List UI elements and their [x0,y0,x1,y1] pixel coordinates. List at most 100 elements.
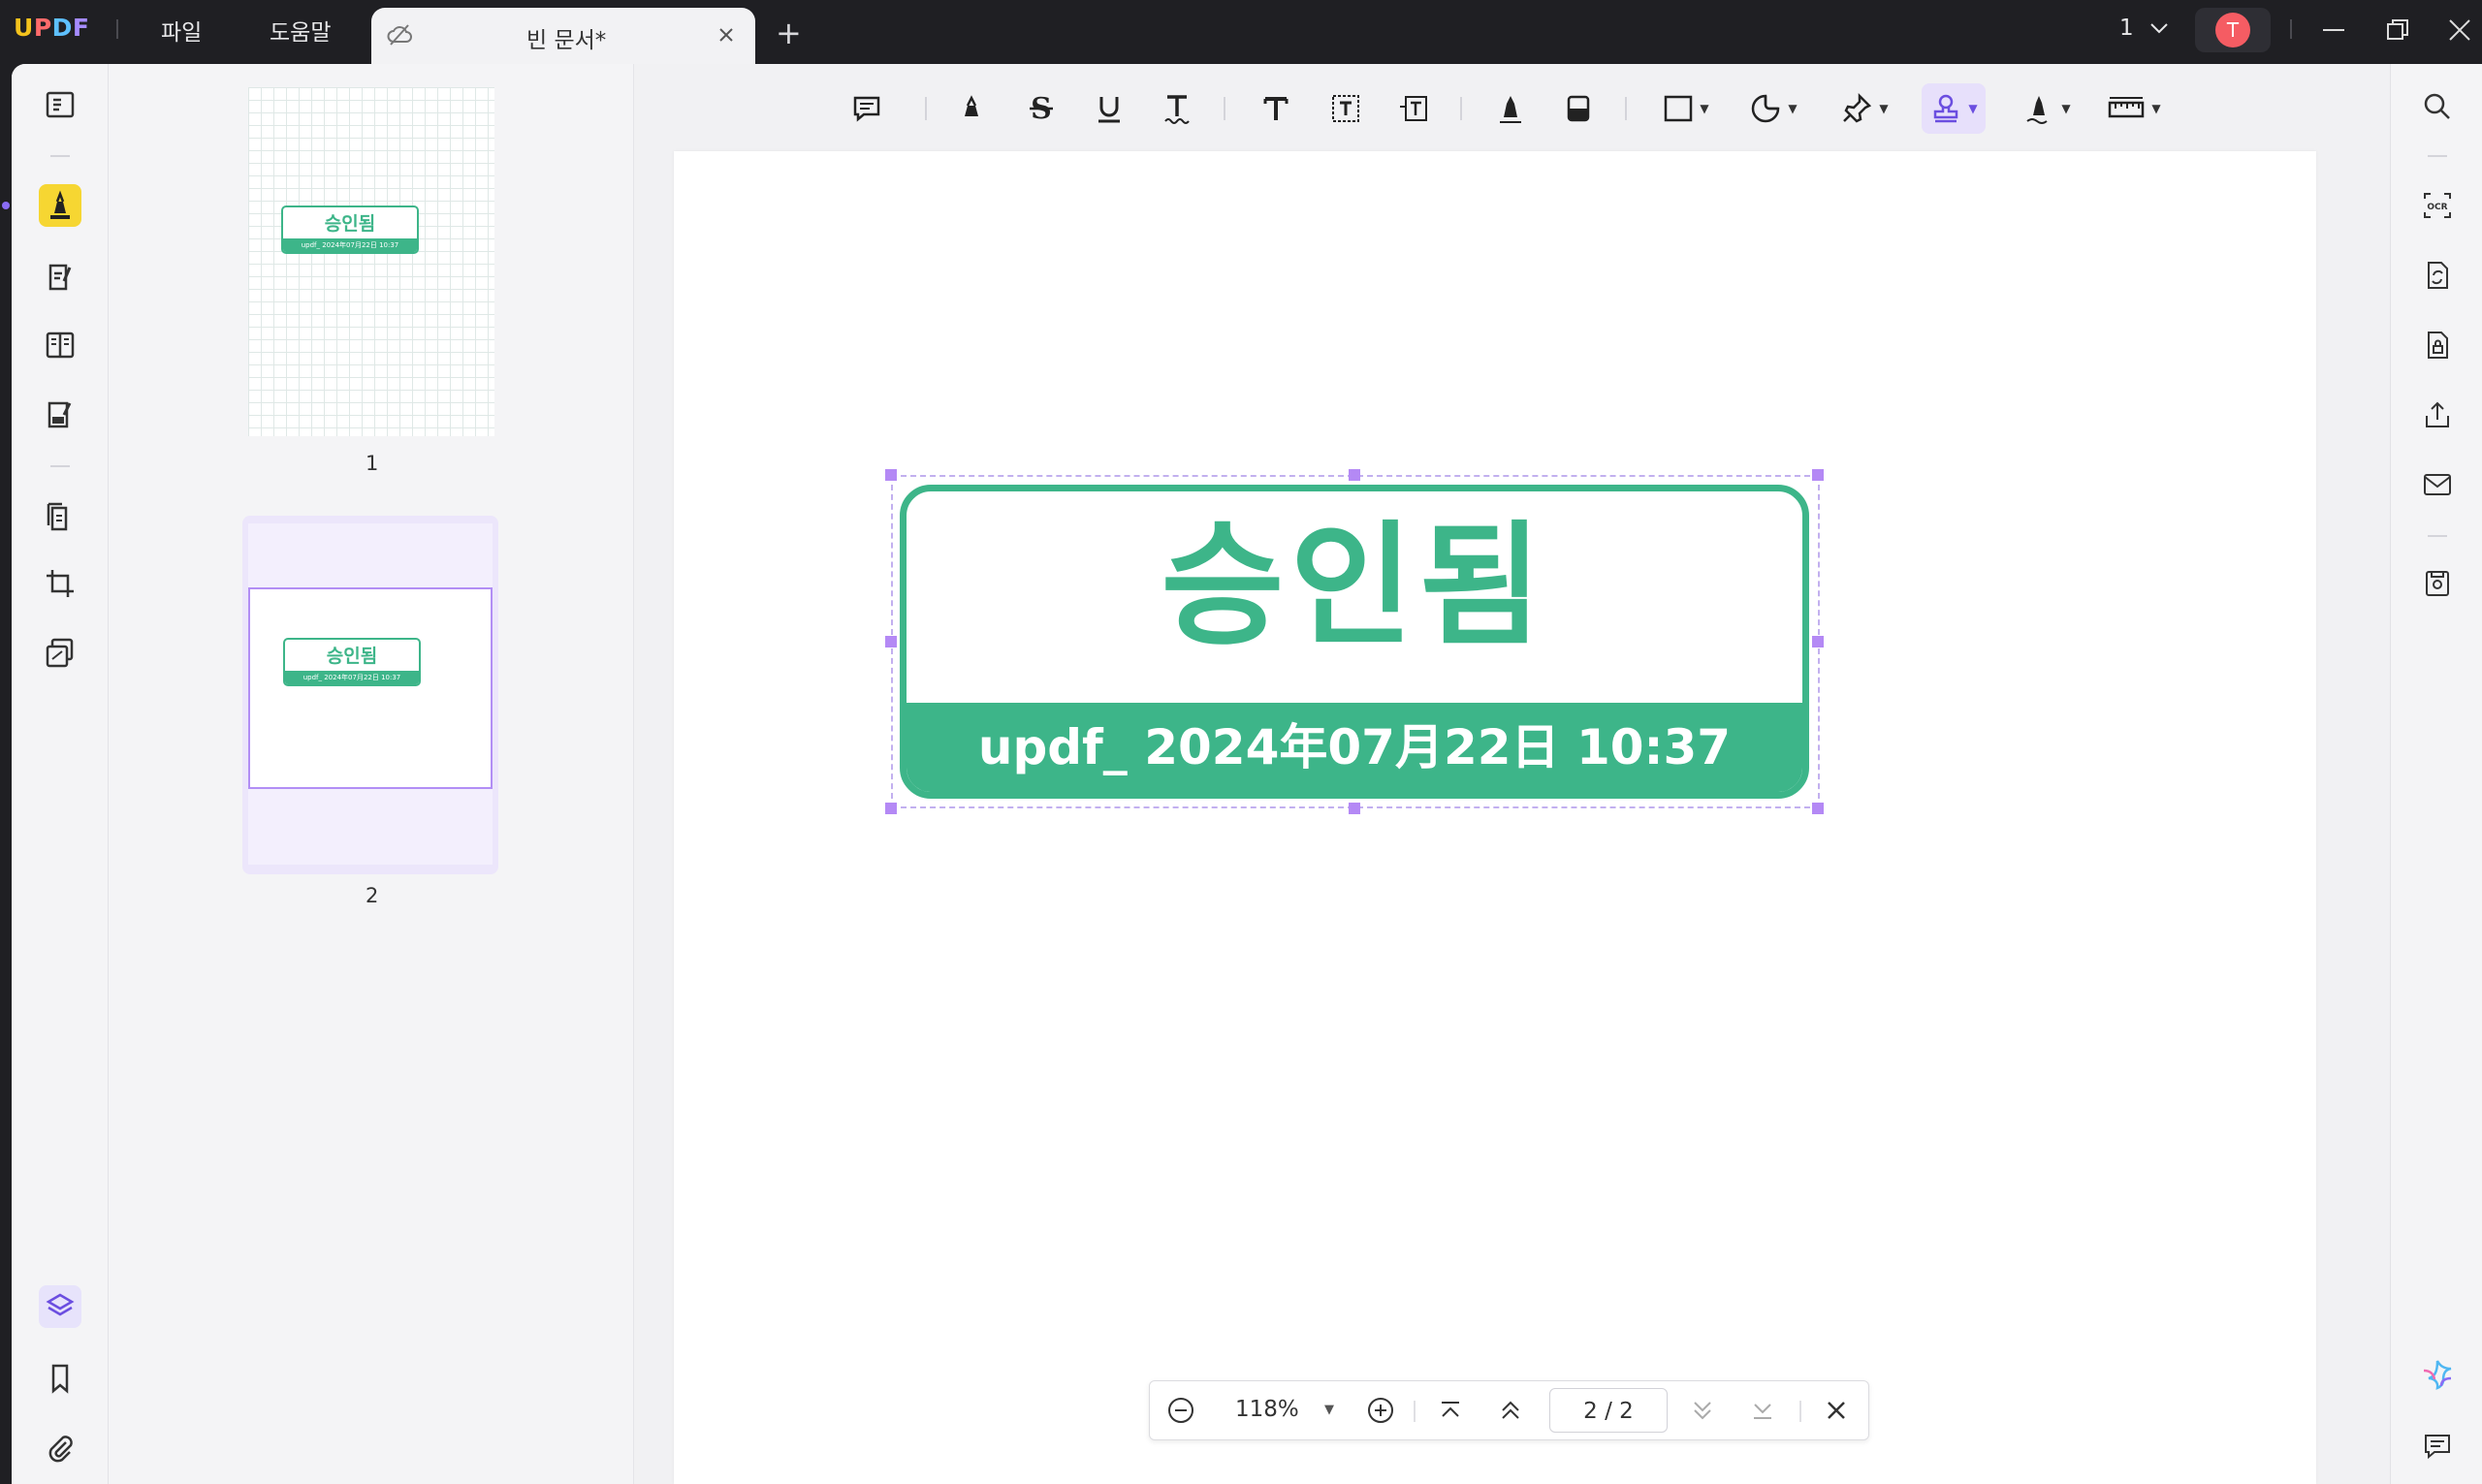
avatar-initial: T [2215,13,2250,47]
close-tab-icon[interactable] [715,23,738,47]
squiggly-text-icon [1164,95,1190,124]
window-page-select[interactable]: 1 [2119,16,2170,41]
menu-help[interactable]: 도움말 [270,14,331,47]
pin-tool[interactable]: ▼ [1834,83,1894,134]
chevron-down-icon [2150,23,2168,34]
cloud-off-icon [387,23,414,50]
thumbnail-page-2[interactable]: 승인됨 updf_ 2024年07月22日 10:37 [242,516,498,874]
left-tool-rail [12,64,109,1484]
attachment-button[interactable] [39,1427,81,1469]
convert-button[interactable] [2416,254,2459,297]
first-page-icon [1442,1402,1459,1417]
signature-pen-icon [2026,96,2048,124]
chevron-down-icon: ▼ [1788,102,1798,115]
thumbnail-stamp-subtitle: updf_ 2024年07月22日 10:37 [283,238,417,252]
pencil-tool[interactable] [1489,83,1532,134]
rail-separator [50,465,70,467]
user-avatar[interactable]: T [2195,8,2271,52]
eraser-tool[interactable] [1557,83,1600,134]
save-button[interactable] [2416,562,2459,605]
add-tab-button[interactable]: + [776,17,802,48]
resize-handle-bottom-right[interactable] [1812,803,1824,814]
callout-icon [1400,96,1427,121]
close-navigation-button[interactable] [1821,1395,1852,1426]
toolbar-separator [1460,97,1462,120]
zoom-level[interactable]: 118% [1235,1397,1299,1422]
protect-button[interactable] [2416,324,2459,366]
text-box-tool[interactable] [1324,83,1367,134]
layers-icon [46,1293,75,1316]
rail-separator [2428,535,2447,537]
edit-pdf-button[interactable] [39,256,81,299]
resize-handle-top[interactable] [1349,469,1360,481]
text-tool[interactable] [1255,83,1297,134]
zoom-dropdown-icon[interactable]: ▼ [1324,1403,1334,1417]
bookmark-button[interactable] [39,1357,81,1400]
chevron-down-icon: ▼ [2061,102,2071,115]
reader-mode-button[interactable] [39,83,81,126]
strikethrough-tool[interactable]: S [1020,83,1063,134]
nav-separator [1414,1401,1416,1422]
measure-tool[interactable]: ▼ [2100,83,2168,134]
menu-file[interactable]: 파일 [161,14,202,47]
resize-handle-top-right[interactable] [1812,469,1824,481]
text-callout-tool[interactable] [1392,83,1435,134]
compress-button[interactable] [39,496,81,539]
close-window-button[interactable] [2445,16,2474,45]
layers-button[interactable] [39,1285,81,1328]
comment-mode-button[interactable] [39,184,81,227]
pin-icon [1843,92,1872,123]
search-button[interactable] [2416,85,2459,128]
sticky-note-tool[interactable] [843,83,890,134]
ocr-button[interactable]: OCR [2416,184,2459,227]
resize-handle-left[interactable] [885,636,897,647]
email-button[interactable] [2416,463,2459,506]
edit-document-icon [48,264,72,291]
zoom-in-icon [1368,1398,1393,1423]
resize-handle-bottom[interactable] [1349,803,1360,814]
pdf-page[interactable] [674,151,2316,1484]
zoom-out-button[interactable] [1165,1395,1196,1426]
previous-page-button[interactable] [1495,1395,1526,1426]
title-bar: UPDF 파일 도움말 빈 문서* + 1 T [0,0,2482,64]
document-tab[interactable]: 빈 문서* [371,8,755,64]
comment-icon [853,96,880,122]
toolbar-separator [1625,97,1627,120]
thumbnail-page-1[interactable]: 승인됨 updf_ 2024年07月22日 10:37 [248,87,494,436]
first-page-button[interactable] [1435,1395,1466,1426]
minimize-button[interactable] [2319,16,2348,45]
rectangle-icon [1665,95,1693,122]
sticker-tool[interactable]: ▼ [1743,83,1803,134]
page-number-input[interactable]: 2 / 2 [1549,1388,1668,1433]
stamp-subtitle: updf_ 2024年07月22日 10:37 [907,703,1802,792]
underline-tool[interactable] [1088,83,1130,134]
squiggly-tool[interactable] [1156,83,1198,134]
watermark-button[interactable] [39,632,81,675]
highlight-tool[interactable] [950,83,993,134]
resize-handle-right[interactable] [1812,636,1824,647]
last-page-button[interactable] [1747,1395,1778,1426]
approved-stamp[interactable]: 승인됨 updf_ 2024年07月22日 10:37 [900,485,1809,799]
thumbnail-stamp-title: 승인됨 [324,213,376,235]
share-button[interactable] [2416,394,2459,436]
zoom-in-button[interactable] [1365,1395,1396,1426]
ai-assistant-button[interactable] [2416,1353,2459,1396]
restore-button[interactable] [2383,16,2412,45]
sticker-icon [1752,94,1780,123]
crop-button[interactable] [39,562,81,605]
shape-tool[interactable]: ▼ [1656,83,1716,134]
forms-button[interactable] [39,394,81,436]
resize-handle-top-left[interactable] [885,469,897,481]
next-page-button[interactable] [1687,1395,1718,1426]
updf-logo[interactable]: UPDF [14,14,89,42]
comments-list-button[interactable] [2416,1425,2459,1468]
thumbnail-overflow-top [248,523,493,587]
thumbnail-stamp-subtitle: updf_ 2024年07月22日 10:37 [285,671,419,684]
stamp-tool[interactable]: ▼ [1922,83,1986,134]
signature-tool[interactable]: ▼ [2017,83,2077,134]
rail-separator [50,155,70,157]
chevron-down-icon: ▼ [2151,102,2161,115]
double-chevron-down-icon [1694,1402,1711,1420]
organize-pages-button[interactable] [39,324,81,366]
resize-handle-bottom-left[interactable] [885,803,897,814]
